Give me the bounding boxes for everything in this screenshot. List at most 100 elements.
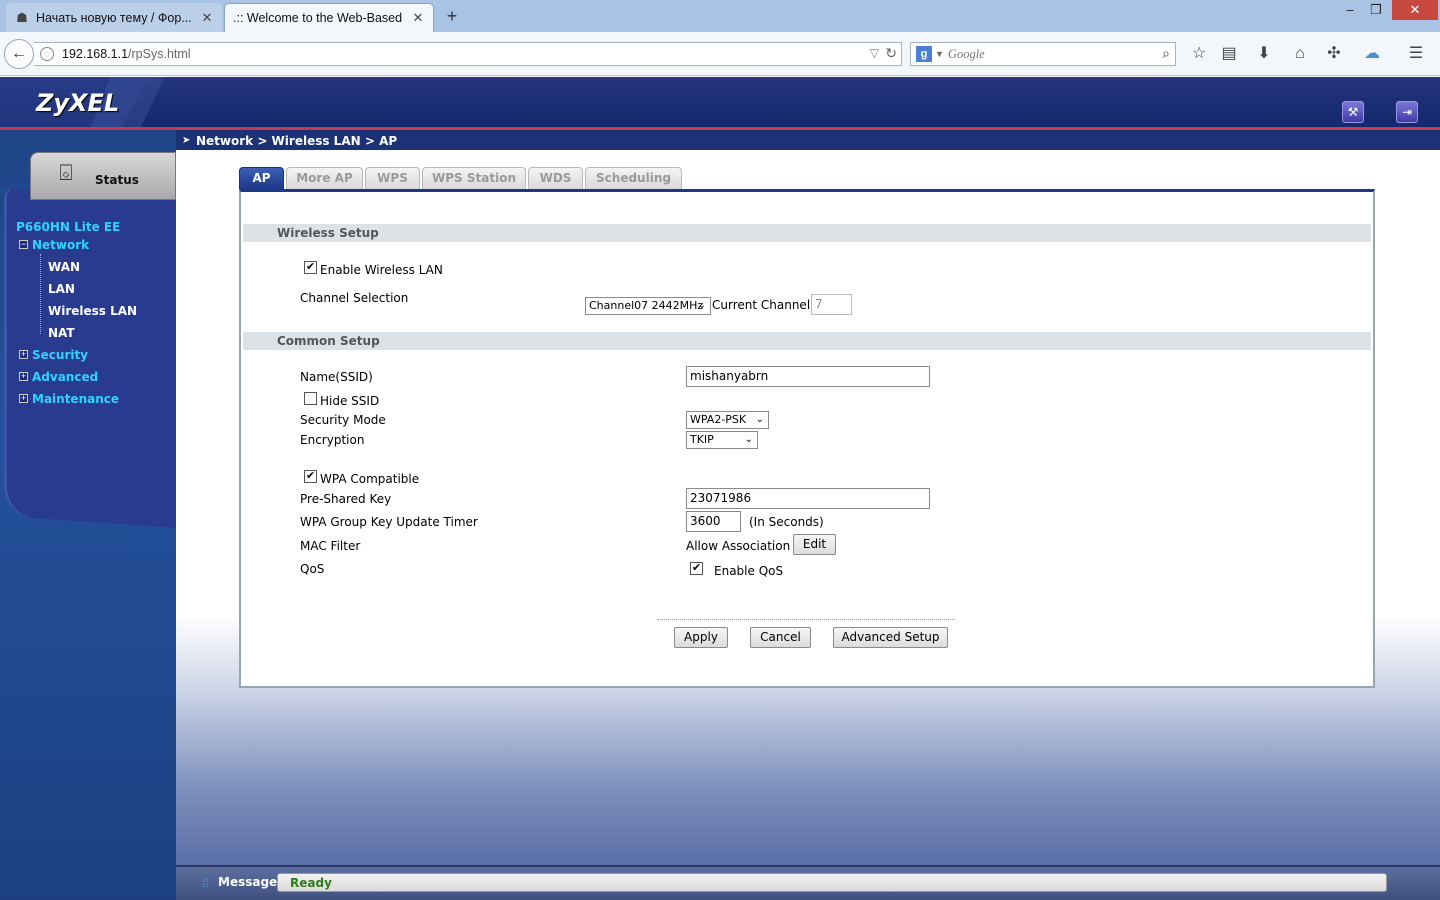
- search-input[interactable]: [947, 46, 1148, 62]
- qos-label: QoS: [300, 562, 325, 576]
- download-icon[interactable]: ⬇: [1253, 43, 1275, 65]
- sidebar-item-nat[interactable]: NAT: [48, 326, 75, 340]
- sidebar-item-security[interactable]: Security: [32, 348, 88, 362]
- back-arrow-icon: ←: [11, 45, 27, 62]
- search-icon[interactable]: ⌕: [1162, 45, 1170, 62]
- encryption-select[interactable]: TKIP ⌄: [686, 431, 758, 449]
- group-key-unit: (In Seconds): [749, 515, 824, 529]
- collapse-icon[interactable]: −: [19, 240, 28, 249]
- security-mode-label: Security Mode: [300, 413, 386, 427]
- weather-icon[interactable]: ☁: [1361, 43, 1383, 65]
- section-common-setup: Common Setup: [243, 332, 1371, 350]
- tab-wps-station[interactable]: WPS Station: [422, 167, 526, 189]
- reload-icon[interactable]: ↻: [885, 45, 897, 62]
- mac-filter-value: Allow Association: [686, 539, 791, 553]
- expand-icon[interactable]: +: [19, 394, 28, 403]
- channel-select[interactable]: Channel07 2442MHz ⌄: [585, 297, 711, 315]
- button-divider: [657, 619, 955, 620]
- encryption-value: TKIP: [690, 433, 714, 446]
- sidebar-item-maintenance[interactable]: Maintenance: [32, 392, 119, 406]
- cancel-button[interactable]: Cancel: [750, 627, 811, 648]
- wpa-compatible-label: WPA Compatible: [320, 472, 420, 486]
- message-text: Ready: [290, 876, 332, 890]
- browser-tab-bar: ☗ Начать новую тему / Фор... ✕ .:: Welco…: [0, 0, 1440, 32]
- search-engine-dropdown-icon[interactable]: ▼: [935, 49, 944, 59]
- expand-icon[interactable]: +: [19, 350, 28, 359]
- chevron-down-icon: ⌄: [755, 414, 764, 425]
- group-key-label: WPA Group Key Update Timer: [300, 515, 478, 529]
- psk-input[interactable]: 23071986: [686, 488, 930, 509]
- share-icon[interactable]: ✣: [1323, 43, 1345, 65]
- enable-qos-checkbox[interactable]: ✔: [690, 562, 703, 575]
- search-bar[interactable]: g ▼ ⌕: [910, 42, 1176, 66]
- enable-wlan-checkbox[interactable]: ✔: [304, 261, 317, 274]
- url-dropdown-icon[interactable]: ▽: [870, 46, 879, 60]
- restore-button[interactable]: ❐: [1362, 0, 1390, 20]
- tab-wds[interactable]: WDS: [528, 167, 583, 189]
- reading-list-icon[interactable]: ▤: [1218, 43, 1240, 65]
- current-channel-label: Current Channel:: [712, 298, 815, 312]
- expand-icon[interactable]: +: [19, 372, 28, 381]
- sidebar-item-wireless-lan[interactable]: Wireless LAN: [48, 304, 137, 318]
- home-icon[interactable]: ⌂: [1289, 43, 1311, 65]
- sidebar-item-wan[interactable]: WAN: [48, 260, 80, 274]
- sidebar-panel: [4, 188, 176, 529]
- browser-tab-router[interactable]: .:: Welcome to the Web-Based ... ✕: [224, 3, 434, 32]
- star-icon[interactable]: ☆: [1188, 43, 1210, 65]
- wizard-icon[interactable]: ⚒: [1342, 101, 1364, 123]
- chevron-down-icon: ⌄: [744, 434, 753, 445]
- tab-scheduling[interactable]: Scheduling: [585, 167, 682, 189]
- tab-title: .:: Welcome to the Web-Based ...: [233, 11, 405, 25]
- psk-label: Pre-Shared Key: [300, 492, 392, 506]
- status-label[interactable]: Status: [95, 173, 139, 187]
- enable-wlan-label: Enable Wireless LAN: [320, 263, 443, 277]
- message-label: Message: [218, 875, 278, 889]
- url-bar[interactable]: ◌ 192.168.1.1/rpSys.html ▽ ↻: [34, 42, 902, 66]
- browser-tab-forum[interactable]: ☗ Начать новую тему / Фор... ✕: [6, 3, 222, 32]
- group-key-input[interactable]: 3600: [686, 511, 741, 532]
- breadcrumb-arrow-icon: ➤: [182, 135, 191, 146]
- zyxel-logo: ZyXEL: [36, 89, 120, 117]
- security-mode-select[interactable]: WPA2-PSK ⌄: [686, 411, 769, 429]
- ssid-label: Name(SSID): [300, 370, 373, 384]
- mac-filter-edit-button[interactable]: Edit: [793, 534, 836, 555]
- tab-title: Начать новую тему / Фор...: [36, 10, 192, 25]
- channel-label: Channel Selection: [300, 291, 409, 305]
- logout-icon[interactable]: ⇥: [1396, 101, 1418, 123]
- sidebar-item-advanced[interactable]: Advanced: [32, 370, 98, 384]
- mac-filter-label: MAC Filter: [300, 539, 361, 553]
- new-tab-button[interactable]: +: [442, 6, 462, 26]
- url-path: /rpSys.html: [128, 47, 191, 61]
- tab-more-ap[interactable]: More AP: [286, 167, 363, 189]
- router-header: ZyXEL: [0, 77, 1440, 129]
- forum-favicon-icon: ☗: [16, 9, 28, 25]
- sidebar-item-lan[interactable]: LAN: [48, 282, 75, 296]
- minimize-button[interactable]: –: [1336, 0, 1364, 20]
- wpa-compatible-checkbox[interactable]: ✔: [304, 470, 317, 483]
- apply-button[interactable]: Apply: [674, 627, 728, 648]
- hide-ssid-label: Hide SSID: [320, 394, 380, 408]
- hide-ssid-checkbox[interactable]: [304, 392, 317, 405]
- encryption-label: Encryption: [300, 433, 365, 447]
- channel-value: Channel07 2442MHz: [589, 299, 704, 312]
- tab-ap[interactable]: AP: [239, 167, 284, 189]
- enable-qos-label: Enable QoS: [714, 564, 784, 578]
- close-tab-icon[interactable]: ✕: [200, 10, 214, 26]
- breadcrumb: Network > Wireless LAN > AP: [196, 134, 398, 148]
- tab-wps[interactable]: WPS: [365, 167, 420, 189]
- menu-icon[interactable]: ☰: [1405, 43, 1427, 65]
- section-wireless-setup: Wireless Setup: [243, 224, 1371, 242]
- security-mode-value: WPA2-PSK: [690, 413, 747, 426]
- globe-icon: ◌: [40, 47, 54, 61]
- url-host: 192.168.1.1: [62, 47, 129, 61]
- current-channel-field: 7: [811, 294, 852, 315]
- close-tab-icon[interactable]: ✕: [411, 10, 425, 26]
- tree-line: [40, 254, 41, 334]
- back-button[interactable]: ←: [4, 39, 34, 69]
- sidebar-item-network[interactable]: Network: [32, 238, 89, 252]
- ssid-input[interactable]: mishanyabrn: [686, 366, 930, 387]
- close-window-button[interactable]: ✕: [1392, 0, 1438, 20]
- model-name: P660HN Lite EE: [16, 220, 121, 234]
- advanced-setup-button[interactable]: Advanced Setup: [833, 627, 948, 648]
- chevron-down-icon: ⌄: [697, 300, 706, 311]
